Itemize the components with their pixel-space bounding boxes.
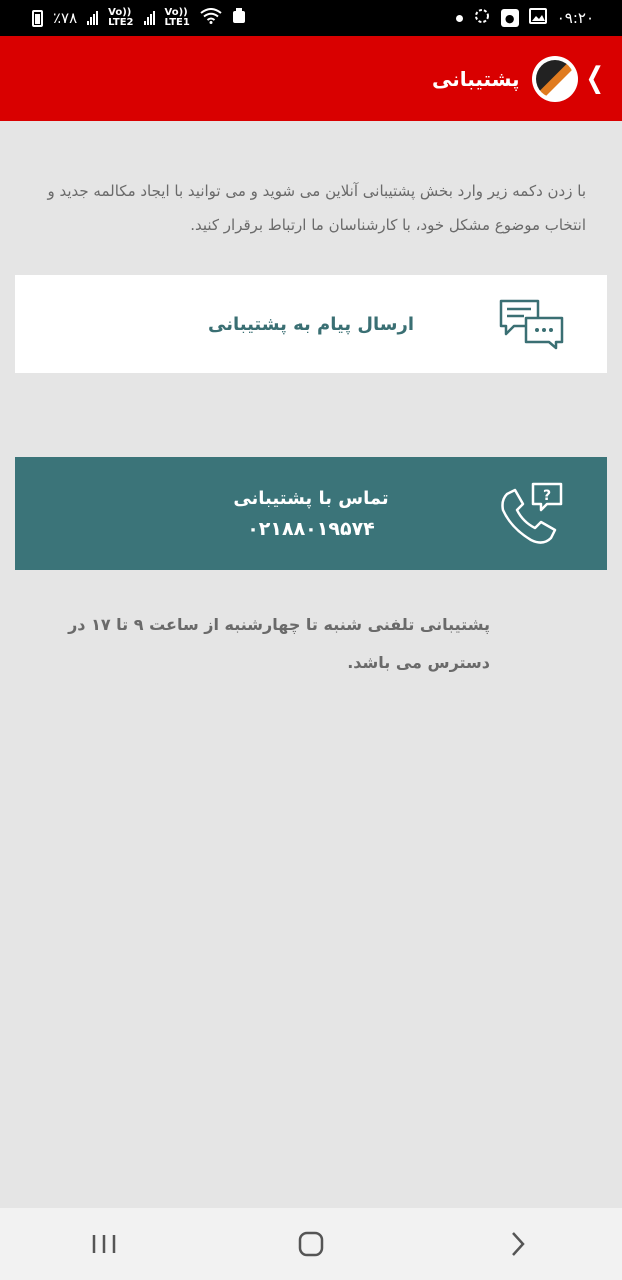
app-logo xyxy=(531,55,578,102)
support-phone-number: ۰۲۱۸۸۰۱۹۵۷۴ xyxy=(247,517,375,540)
battery-level: ٪۷۸ xyxy=(53,9,78,27)
home-button[interactable] xyxy=(281,1219,341,1269)
chat-bubbles-icon xyxy=(457,298,607,350)
svg-text:?: ? xyxy=(543,488,551,504)
status-right: ● ۰۹:۲۰ xyxy=(455,7,594,29)
support-hours-text: پشتیبانی تلفنی شنبه تا چهارشنبه از ساعت … xyxy=(68,615,490,672)
intro-text: با زدن دکمه زیر وارد بخش پشتیبانی آنلاین… xyxy=(47,182,586,234)
account-icon: ● xyxy=(500,9,519,27)
sim1-indicator: Vo)) LTE1 xyxy=(165,8,190,28)
back-arrow-icon xyxy=(512,1232,526,1256)
clock-time: ۰۹:۲۰ xyxy=(556,9,594,27)
recent-apps-button[interactable] xyxy=(74,1219,134,1269)
wifi-icon xyxy=(200,8,222,28)
status-bar: ٪۷۸ Vo)) LTE2 Vo)) LTE1 ● ۰۹:۲۰ xyxy=(0,0,622,36)
gallery-icon xyxy=(528,8,547,28)
recent-apps-icon xyxy=(92,1235,115,1253)
notification-dot-icon xyxy=(455,14,463,22)
home-icon xyxy=(298,1231,324,1257)
call-support-title: تماس با پشتیبانی xyxy=(233,487,389,509)
sim2-label: LTE2 xyxy=(108,17,134,28)
sim2-indicator: Vo)) LTE2 xyxy=(108,8,133,28)
app-bar: ❯ پشتیبانی xyxy=(0,36,622,121)
call-support-button[interactable]: ? تماس با پشتیبانی ۰۲۱۸۸۰۱۹۵۷۴ xyxy=(15,457,607,570)
page-title: پشتیبانی xyxy=(431,66,520,91)
battery-icon xyxy=(32,9,43,27)
recycle-icon xyxy=(232,8,246,28)
send-message-button[interactable]: ارسال پیام به پشتیبانی xyxy=(15,275,607,373)
send-message-label: ارسال پیام به پشتیبانی xyxy=(208,313,414,335)
signal-icon xyxy=(143,11,155,25)
phone-question-icon: ? xyxy=(457,480,607,548)
back-chevron-icon[interactable]: ❯ xyxy=(586,62,604,95)
status-left: ٪۷۸ Vo)) LTE2 Vo)) LTE1 xyxy=(32,8,246,28)
system-nav-bar xyxy=(0,1208,622,1280)
back-button[interactable] xyxy=(488,1219,548,1269)
call-support-text: تماس با پشتیبانی ۰۲۱۸۸۰۱۹۵۷۴ xyxy=(15,484,457,544)
sync-icon xyxy=(473,7,491,29)
signal-icon xyxy=(87,11,99,25)
sim1-label: LTE1 xyxy=(164,17,190,28)
logo-mark xyxy=(535,59,574,98)
